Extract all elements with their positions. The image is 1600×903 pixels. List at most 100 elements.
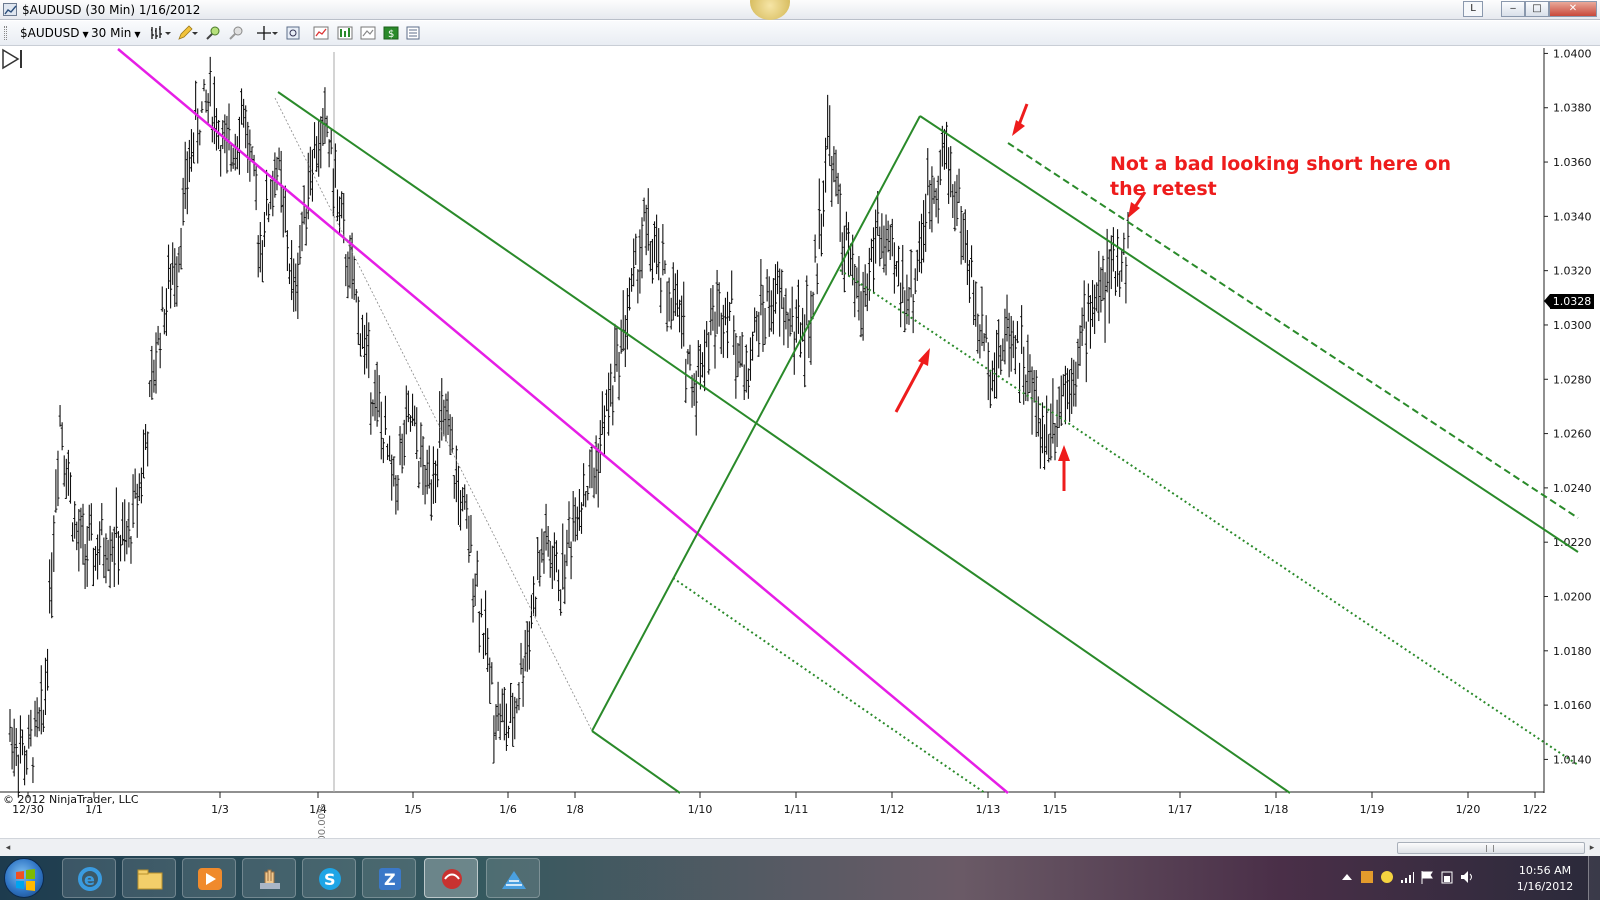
- price-label: 1.0400: [1553, 48, 1592, 60]
- pitchfork-2-lower-parallel[interactable]: [839, 269, 1579, 766]
- time-label: 1/15: [1043, 803, 1068, 816]
- pencil-draw-icon[interactable]: [177, 25, 198, 41]
- svg-text:$: $: [388, 29, 394, 40]
- annotation-arrows: [894, 103, 1147, 491]
- crosshair-icon[interactable]: [257, 25, 278, 41]
- ninjatrader-icon[interactable]: [424, 858, 478, 898]
- zoom-out-icon[interactable]: [228, 25, 244, 41]
- trade-annotation: Not a bad looking short here on the rete…: [1110, 153, 1452, 200]
- chevron-down-icon: ▼: [134, 30, 141, 39]
- price-label: 1.0180: [1553, 645, 1592, 658]
- time-label: 1/18: [1264, 803, 1289, 816]
- red-arrow-up-low-2: [1058, 445, 1070, 491]
- price-label: 1.0140: [1553, 753, 1592, 766]
- strategies-icon[interactable]: [337, 25, 353, 41]
- magenta-trendline[interactable]: [117, 48, 1009, 794]
- pitchfork-1-lower-parallel[interactable]: [672, 577, 986, 794]
- svg-text:S: S: [324, 870, 336, 889]
- red-arrow-up-low-1: [894, 348, 930, 413]
- windows-taskbar: e S Z 10:56 AM 1/16/2012: [0, 856, 1600, 900]
- toolbar-grip[interactable]: [4, 26, 7, 40]
- price-axis: 1.0400 1.0380 1.0360 1.0340 1.0320 1.0300 1.02…: [1544, 48, 1592, 766]
- windows-logo-icon: [16, 869, 35, 891]
- time-label: 1/13: [976, 803, 1001, 816]
- media-player-icon[interactable]: [182, 858, 236, 898]
- price-label: 1.0240: [1553, 482, 1592, 495]
- scroll-left-arrow[interactable]: ◂: [2, 841, 14, 855]
- chart-window-icon: [3, 3, 17, 16]
- svg-text:e: e: [84, 870, 95, 889]
- interval-label: 30 Min: [91, 26, 132, 40]
- indicators-icon[interactable]: [313, 25, 329, 41]
- close-button[interactable]: ✕: [1549, 1, 1597, 17]
- battery-icon[interactable]: [1440, 870, 1454, 884]
- window-title: $AUDUSD (30 Min) 1/16/2012: [22, 3, 201, 17]
- price-label: 1.0320: [1553, 265, 1592, 278]
- zoom-in-icon[interactable]: [205, 25, 221, 41]
- time-label: 1/8: [566, 803, 584, 816]
- pitchfork-1-lower-handle[interactable]: [591, 730, 681, 794]
- thumb-grip: [1486, 845, 1494, 852]
- scroll-right-arrow[interactable]: ▸: [1586, 841, 1598, 855]
- time-label: 1/5: [404, 803, 422, 816]
- desktop-orb-decoration: [750, 0, 790, 20]
- price-label: 1.0280: [1553, 373, 1592, 386]
- tray-smiley-icon[interactable]: [1380, 870, 1394, 884]
- red-arrow-down-peak: [1012, 103, 1029, 136]
- chevron-down-icon: ▼: [82, 30, 89, 39]
- minimize-button[interactable]: ‒: [1501, 1, 1525, 17]
- signal-strength-icon[interactable]: [1400, 870, 1414, 884]
- time-label: 1/3: [211, 803, 229, 816]
- start-button[interactable]: [4, 858, 44, 898]
- svg-text:Z: Z: [384, 870, 396, 889]
- price-label: 1.0360: [1553, 156, 1592, 169]
- dollar-icon[interactable]: $: [383, 25, 399, 41]
- time-label: 1/6: [499, 803, 517, 816]
- price-chart[interactable]: 1.0400 1.0380 1.0360 1.0340 1.0320 1.0300 1.02…: [0, 48, 1600, 848]
- show-desktop-button[interactable]: [1588, 856, 1600, 900]
- time-label: 1/22: [1523, 803, 1548, 816]
- z-app-icon[interactable]: Z: [362, 858, 416, 898]
- pitchfork-1-anchor-leg[interactable]: [591, 115, 921, 732]
- data-box-icon[interactable]: [405, 25, 421, 41]
- volume-icon[interactable]: [1460, 870, 1474, 884]
- chart-toolbar: $AUDUSD ▼ 30 Min ▼ $: [0, 21, 1600, 46]
- scroll-thumb[interactable]: [1397, 842, 1585, 854]
- maximize-button[interactable]: □: [1525, 1, 1549, 17]
- price-label: 1.0340: [1553, 210, 1592, 223]
- time-label: 1/10: [688, 803, 713, 816]
- time-label: 1/11: [784, 803, 809, 816]
- hand-tool-icon[interactable]: [242, 858, 296, 898]
- price-label: 1.0200: [1553, 590, 1592, 603]
- chart-style-icon[interactable]: [360, 25, 376, 41]
- instrument-label: $AUDUSD: [20, 26, 80, 40]
- fib-retracement-line[interactable]: [274, 97, 593, 732]
- properties-icon[interactable]: [285, 25, 301, 41]
- instrument-selector[interactable]: $AUDUSD ▼: [20, 26, 89, 40]
- time-label: 1/20: [1456, 803, 1481, 816]
- price-label: 1.0160: [1553, 699, 1592, 712]
- scroll-to-end-icon[interactable]: [0, 48, 24, 70]
- clock-date[interactable]: 1/16/2012: [1510, 880, 1580, 893]
- price-label: 1.0260: [1553, 428, 1592, 441]
- flag-icon[interactable]: [1420, 870, 1434, 884]
- horizontal-scrollbar[interactable]: ◂ ▸: [0, 838, 1600, 856]
- price-label: 1.0300: [1553, 319, 1592, 332]
- skype-icon[interactable]: S: [302, 858, 356, 898]
- copyright-notice: © 2012 NinjaTrader, LLC: [3, 793, 139, 806]
- interval-selector[interactable]: 30 Min ▼: [91, 26, 141, 40]
- trading-app-icon[interactable]: [486, 858, 540, 898]
- tray-expand-icon[interactable]: [1340, 870, 1354, 884]
- internet-explorer-icon[interactable]: e: [62, 858, 116, 898]
- price-label: 1.0380: [1553, 102, 1592, 115]
- time-label: 1/19: [1360, 803, 1385, 816]
- window-titlebar: $AUDUSD (30 Min) 1/16/2012 L ‒ □ ✕: [0, 0, 1600, 20]
- time-axis: 12/30 1/1 1/3 1/4 1/5 1/6 1/8 1/10 1/11 1/12 1/13 1…: [12, 792, 1547, 816]
- link-button[interactable]: L: [1463, 1, 1483, 17]
- last-price-tag: 1.0328: [1544, 294, 1594, 309]
- bar-type-icon[interactable]: [150, 25, 171, 41]
- file-explorer-icon[interactable]: [122, 858, 176, 898]
- clock-time[interactable]: 10:56 AM: [1510, 864, 1580, 877]
- tray-app-icon[interactable]: [1360, 870, 1374, 884]
- time-label: 1/12: [880, 803, 905, 816]
